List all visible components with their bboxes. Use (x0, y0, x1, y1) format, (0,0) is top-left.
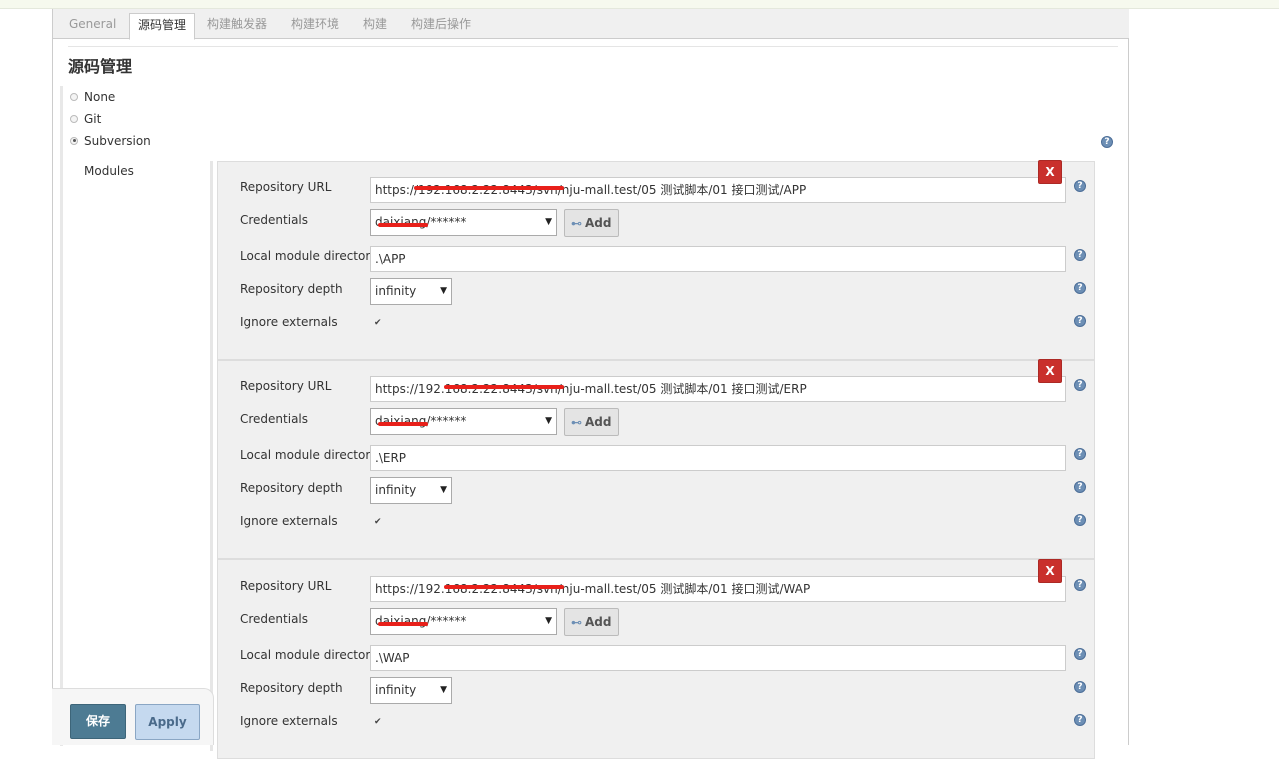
credentials-label: Credentials (240, 213, 309, 227)
scm-option-label: Subversion (84, 134, 151, 148)
ignore-externals-help-icon[interactable]: ? (1074, 315, 1086, 327)
local-dir-help-icon[interactable]: ? (1074, 249, 1086, 261)
redaction-mark (444, 385, 564, 389)
redaction-mark (378, 422, 428, 426)
delete-module-button[interactable]: X (1038, 359, 1062, 383)
local-dir-help-icon[interactable]: ? (1074, 448, 1086, 460)
credentials-label: Credentials (240, 412, 309, 426)
depth-select[interactable]: infinity ▼ (370, 677, 452, 704)
local-dir-help-icon[interactable]: ? (1074, 648, 1086, 660)
ignore-externals-help-icon[interactable]: ? (1074, 714, 1086, 726)
local-dir-input[interactable]: .\APP (370, 246, 1066, 272)
repo-url-help-icon[interactable]: ? (1074, 379, 1086, 391)
redaction-mark (414, 186, 564, 190)
config-panel: General 源码管理 构建触发器 构建环境 构建 构建后操作 源码管理 No… (52, 9, 1129, 759)
add-label: Add (585, 615, 612, 629)
local-dir-label: Local module directory (240, 648, 378, 662)
svn-module-3: Repository URL https://192.168.2.22:8443… (217, 559, 1095, 759)
depth-help-icon[interactable]: ? (1074, 282, 1086, 294)
redaction-mark (378, 223, 428, 227)
modules-area: Repository URL https://192.168.2.22:8443… (210, 160, 1122, 759)
ignore-externals-checkbox[interactable]: ✔ (374, 518, 382, 527)
depth-value: infinity (375, 483, 417, 497)
save-button[interactable]: 保存 (70, 704, 126, 739)
repo-url-input[interactable]: https://192.168.2.22:8443/svn/nju-mall.t… (370, 576, 1066, 602)
tab-post-build[interactable]: 构建后操作 (403, 13, 479, 39)
delete-module-button[interactable]: X (1038, 559, 1062, 583)
dropdown-arrow-icon: ▼ (545, 416, 552, 426)
ignore-externals-help-icon[interactable]: ? (1074, 514, 1086, 526)
depth-select[interactable]: infinity ▼ (370, 477, 452, 504)
dropdown-arrow-icon: ▼ (545, 616, 552, 626)
subversion-help-icon[interactable]: ? (1101, 136, 1113, 148)
redaction-mark (444, 585, 564, 589)
bottom-button-bar: 保存 Apply (52, 688, 214, 745)
repo-url-input[interactable]: https://192.168.2.22:8443/svn/nju-mall.t… (370, 177, 1066, 203)
radio-git[interactable] (70, 114, 78, 123)
ignore-externals-checkbox[interactable]: ✔ (374, 319, 382, 328)
depth-label: Repository depth (240, 481, 343, 495)
scm-option-subversion[interactable]: Subversion (70, 133, 151, 149)
dropdown-arrow-icon: ▼ (440, 485, 447, 495)
dropdown-arrow-icon: ▼ (440, 286, 447, 296)
svn-module-2: Repository URL https://192.168.2.22:8443… (217, 359, 1095, 559)
delete-module-button[interactable]: X (1038, 160, 1062, 184)
depth-value: infinity (375, 683, 417, 697)
add-label: Add (585, 415, 612, 429)
modules-label: Modules (84, 164, 134, 178)
repo-url-help-icon[interactable]: ? (1074, 180, 1086, 192)
key-icon: ⊷ (571, 416, 582, 429)
local-dir-input[interactable]: .\ERP (370, 445, 1066, 471)
scm-option-label: None (84, 90, 116, 104)
local-dir-label: Local module directory (240, 448, 378, 462)
repo-url-label: Repository URL (240, 379, 332, 393)
scm-option-git[interactable]: Git (70, 111, 101, 127)
depth-help-icon[interactable]: ? (1074, 481, 1086, 493)
dropdown-arrow-icon: ▼ (440, 685, 447, 695)
depth-label: Repository depth (240, 681, 343, 695)
ignore-externals-label: Ignore externals (240, 514, 338, 528)
add-credentials-button[interactable]: ⊷ Add (564, 408, 619, 436)
local-dir-input[interactable]: .\WAP (370, 645, 1066, 671)
add-label: Add (585, 216, 612, 230)
tab-build-environment[interactable]: 构建环境 (283, 13, 347, 39)
credentials-label: Credentials (240, 612, 309, 626)
section-tabbar: General 源码管理 构建触发器 构建环境 构建 构建后操作 (53, 9, 1129, 40)
tab-general[interactable]: General (61, 13, 124, 39)
repo-url-help-icon[interactable]: ? (1074, 579, 1086, 591)
repo-url-input[interactable]: https://192.168.2.22:8443/svn/nju-mall.t… (370, 376, 1066, 402)
tab-build[interactable]: 构建 (355, 13, 395, 39)
ignore-externals-label: Ignore externals (240, 714, 338, 728)
radio-subversion[interactable] (70, 136, 78, 145)
section-indent-line (60, 86, 63, 746)
key-icon: ⊷ (571, 616, 582, 629)
apply-button[interactable]: Apply (135, 704, 200, 740)
section-title: 源码管理 (68, 57, 133, 76)
depth-select[interactable]: infinity ▼ (370, 278, 452, 305)
repo-url-label: Repository URL (240, 579, 332, 593)
redaction-mark (378, 622, 428, 626)
svn-module-1: Repository URL https://192.168.2.22:8443… (217, 160, 1095, 360)
section-divider (68, 46, 1118, 47)
add-credentials-button[interactable]: ⊷ Add (564, 608, 619, 636)
scm-option-label: Git (84, 112, 102, 126)
tab-build-triggers[interactable]: 构建触发器 (199, 13, 275, 39)
local-dir-label: Local module directory (240, 249, 378, 263)
add-credentials-button[interactable]: ⊷ Add (564, 209, 619, 237)
ignore-externals-label: Ignore externals (240, 315, 338, 329)
depth-help-icon[interactable]: ? (1074, 681, 1086, 693)
depth-label: Repository depth (240, 282, 343, 296)
scm-option-none[interactable]: None (70, 89, 115, 105)
tab-scm[interactable]: 源码管理 (129, 13, 196, 40)
depth-value: infinity (375, 284, 417, 298)
dropdown-arrow-icon: ▼ (545, 217, 552, 227)
repo-url-label: Repository URL (240, 180, 332, 194)
key-icon: ⊷ (571, 217, 582, 230)
radio-none[interactable] (70, 92, 78, 101)
top-strip (0, 0, 1279, 9)
ignore-externals-checkbox[interactable]: ✔ (374, 718, 382, 727)
